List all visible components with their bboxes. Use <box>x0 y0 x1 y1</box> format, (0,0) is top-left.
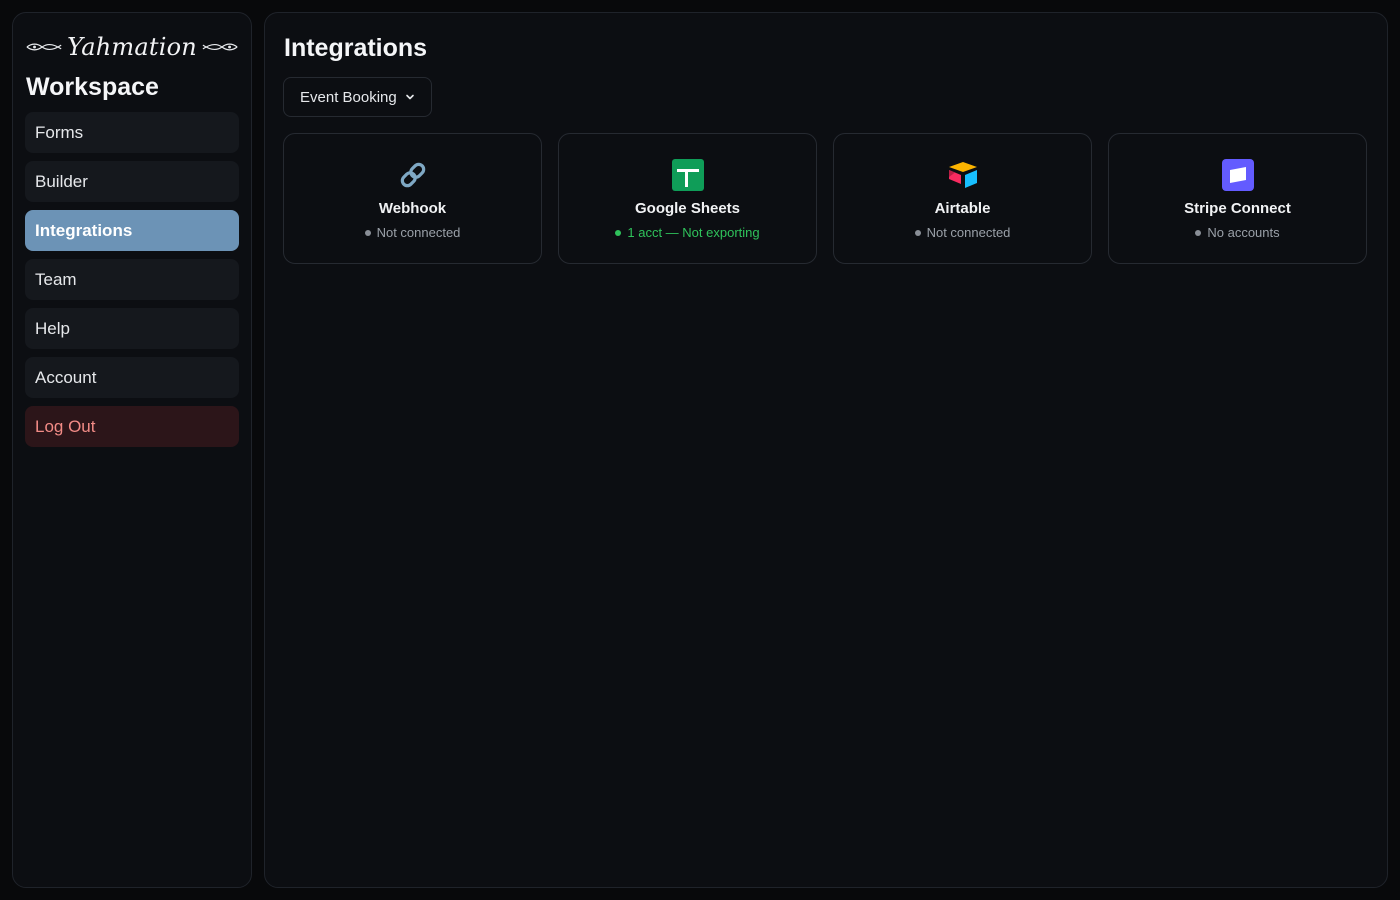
logout-label: Log Out <box>35 416 96 436</box>
integration-cards: Webhook Not connected Google Sheets 1 ac… <box>283 133 1369 264</box>
sidebar-item-label: Team <box>35 269 77 289</box>
integration-name: Stripe Connect <box>1184 200 1291 217</box>
sidebar-item-label: Account <box>35 367 97 387</box>
sidebar-item-label: Integrations <box>35 220 133 240</box>
integration-status: 1 acct — Not exporting <box>615 225 760 240</box>
main-panel: Integrations Event Booking Webhook Not c… <box>264 12 1388 888</box>
sidebar-item-label: Builder <box>35 171 88 191</box>
sidebar-item-integrations[interactable]: Integrations <box>25 210 239 251</box>
app-root: Yahmation Workspace Forms Builder Integr… <box>0 0 1400 900</box>
integration-status: No accounts <box>1195 225 1280 240</box>
sidebar-item-builder[interactable]: Builder <box>25 161 239 202</box>
google-sheets-icon <box>671 158 705 192</box>
sidebar-item-account[interactable]: Account <box>25 357 239 398</box>
integration-name: Webhook <box>378 200 447 217</box>
integration-status-text: Not connected <box>926 225 1011 240</box>
sidebar-item-help[interactable]: Help <box>25 308 239 349</box>
logo-flourish-right-icon <box>202 43 238 51</box>
form-selector-value: Event Booking <box>300 88 397 106</box>
logo-flourish-left-icon <box>26 43 62 51</box>
integration-status-text: No accounts <box>1207 225 1280 240</box>
form-selector-dropdown[interactable]: Event Booking <box>283 77 432 117</box>
link-icon <box>396 158 430 192</box>
integration-status: Not connected <box>914 225 1011 240</box>
status-dot <box>1195 229 1202 236</box>
status-dot <box>914 229 921 236</box>
status-dot <box>364 229 371 236</box>
sidebar-nav: Forms Builder Integrations Team Help Acc… <box>25 112 239 447</box>
sidebar-item-label: Help <box>35 318 70 338</box>
logout-button[interactable]: Log Out <box>25 406 239 447</box>
integration-card-webhook[interactable]: Webhook Not connected <box>283 133 542 264</box>
airtable-icon <box>946 158 980 192</box>
workspace-title: Workspace <box>26 73 159 101</box>
integration-status: Not connected <box>364 225 461 240</box>
page-title: Integrations <box>284 34 428 62</box>
chevron-down-icon <box>405 94 414 100</box>
sidebar-item-forms[interactable]: Forms <box>25 112 239 153</box>
brand-logo[interactable]: Yahmation <box>25 25 239 69</box>
integration-card-airtable[interactable]: Airtable Not connected <box>833 133 1092 264</box>
sidebar: Yahmation Workspace Forms Builder Integr… <box>12 12 252 888</box>
integration-card-stripe-connect[interactable]: Stripe Connect No accounts <box>1108 133 1367 264</box>
integration-name: Google Sheets <box>634 200 741 217</box>
integration-status-text: 1 acct — Not exporting <box>627 225 760 240</box>
integration-card-google-sheets[interactable]: Google Sheets 1 acct — Not exporting <box>558 133 817 264</box>
integration-name: Airtable <box>934 200 991 217</box>
sidebar-item-label: Forms <box>35 122 84 142</box>
sidebar-item-team[interactable]: Team <box>25 259 239 300</box>
stripe-icon <box>1221 158 1255 192</box>
status-dot <box>615 229 622 236</box>
integration-status-text: Not connected <box>376 225 461 240</box>
logo-text: Yahmation <box>67 33 197 61</box>
